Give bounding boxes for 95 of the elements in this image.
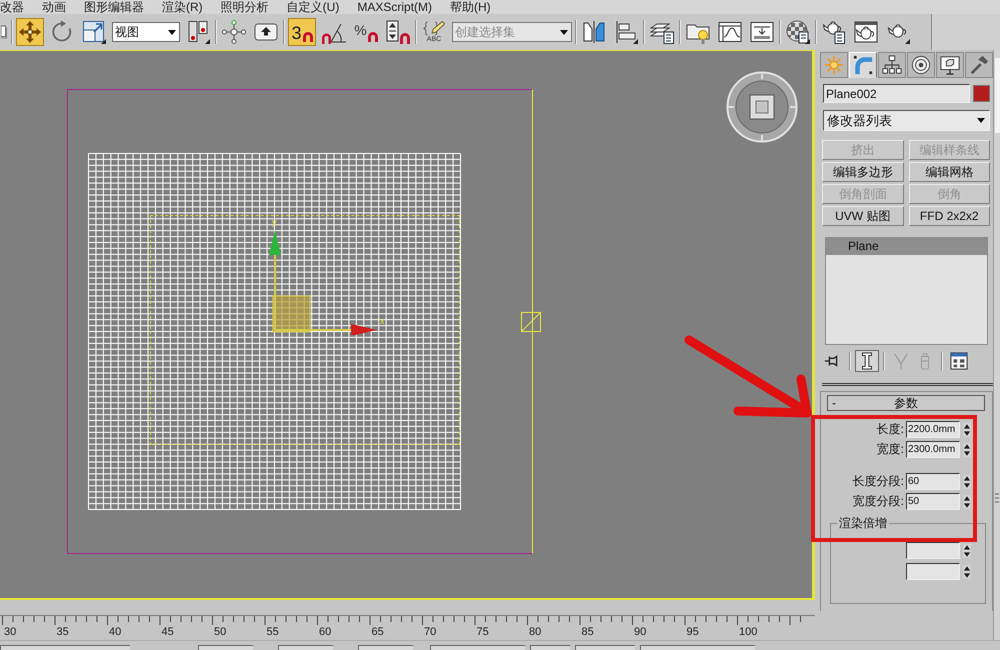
- scroll-thumb[interactable]: [994, 58, 1000, 133]
- frame-number: 35: [56, 626, 69, 638]
- square-marker-icon: [521, 312, 541, 332]
- snap-button[interactable]: 3: [288, 18, 316, 46]
- monitor-icon: [940, 55, 960, 75]
- field-label: 宽度分段:: [852, 493, 904, 510]
- parameter-field[interactable]: 2200.0mm: [906, 421, 960, 438]
- schematic-window-icon: [750, 20, 774, 44]
- modifier-list-dropdown[interactable]: 修改器列表: [823, 110, 990, 131]
- magnet-icon: [368, 32, 378, 42]
- menu-item[interactable]: 渲染(R): [162, 0, 203, 14]
- move-icon: [18, 20, 42, 44]
- nodes-icon: [222, 20, 246, 44]
- parameter-field[interactable]: 50: [906, 493, 960, 510]
- scale-icon: [82, 20, 106, 44]
- frame-number: 75: [476, 626, 489, 638]
- frame-number: 100: [739, 626, 758, 638]
- panel-tab[interactable]: [936, 52, 964, 78]
- color-swatch-icon[interactable]: [973, 85, 990, 102]
- menu-item[interactable]: 帮助(H): [450, 0, 491, 14]
- frame-number: 90: [634, 626, 646, 638]
- spinner-arrows-icon[interactable]: [963, 494, 971, 510]
- concentric-circles-icon: [911, 55, 931, 75]
- hammer-icon: [969, 55, 989, 75]
- x-axis-arrow[interactable]: [275, 324, 377, 335]
- field-label: 宽度:: [876, 441, 904, 458]
- material-editor-button[interactable]: [784, 18, 812, 46]
- spinner-snap-button[interactable]: [384, 18, 412, 46]
- stack-tool-button[interactable]: [855, 350, 879, 372]
- parameter-field[interactable]: [906, 542, 960, 559]
- frame-number: 65: [372, 626, 384, 638]
- menu-item[interactable]: 改器: [0, 0, 24, 14]
- frame-number: 60: [319, 626, 332, 638]
- stack-item[interactable]: Plane: [826, 238, 987, 255]
- modifier-button[interactable]: 编辑网格: [908, 162, 990, 182]
- curve-window-icon: [718, 20, 742, 44]
- teapot-panel-icon: [822, 20, 846, 44]
- percent-snap-button[interactable]: %: [352, 18, 380, 46]
- frame-number: 95: [686, 626, 699, 638]
- nodes-button[interactable]: [220, 18, 248, 46]
- spinner-arrows-icon[interactable]: [963, 442, 971, 458]
- modifier-button[interactable]: 编辑多边形: [822, 162, 904, 182]
- rotate-icon: [50, 20, 74, 44]
- caret-icon[interactable]: [168, 30, 176, 34]
- teapot-window-icon: [854, 20, 878, 44]
- sparkle-icon: [824, 55, 844, 75]
- frame-number: 50: [214, 626, 226, 638]
- checker-sphere-icon: [786, 20, 810, 44]
- modifier-button[interactable]: FFD 2x2x2: [908, 206, 990, 226]
- field-label: 长度分段:: [852, 473, 904, 490]
- frame-number: 30: [4, 626, 16, 638]
- grip-icon[interactable]: [995, 493, 999, 503]
- rollout-header[interactable]: - 参数: [827, 395, 985, 411]
- panel-tab[interactable]: [878, 52, 906, 78]
- group-title: 渲染倍增: [838, 516, 888, 530]
- braces-pencil-icon: [423, 21, 445, 36]
- spinner-snap-icon: [386, 20, 410, 44]
- view-dropdown[interactable]: 视图: [112, 22, 180, 42]
- panel-scrollbar[interactable]: [993, 50, 1000, 640]
- fork-icon: [892, 352, 910, 370]
- mirror-icon: [582, 20, 606, 44]
- caret-icon[interactable]: [977, 118, 985, 123]
- bent-tube-icon: [853, 55, 873, 75]
- menu-item[interactable]: MAXScript(M): [357, 0, 432, 14]
- menu-item[interactable]: 图形编辑器: [84, 0, 144, 14]
- align-icon: [614, 20, 638, 44]
- menu-item[interactable]: 动画: [42, 0, 66, 14]
- object-name-field[interactable]: Plane002: [823, 84, 970, 103]
- menu-item[interactable]: 自定义(U): [286, 0, 340, 14]
- panel-grid-icon: [950, 352, 968, 370]
- parameter-field[interactable]: [906, 563, 960, 580]
- frame-number: 85: [582, 626, 594, 638]
- frame-number: 80: [529, 626, 542, 638]
- menu-item[interactable]: 照明分析: [220, 0, 269, 14]
- frame-number: 70: [424, 626, 436, 638]
- parameter-field[interactable]: 2300.0mm: [906, 441, 960, 458]
- frame-number: 55: [266, 626, 279, 638]
- spinner-arrows-icon[interactable]: [963, 474, 971, 490]
- magnet-icon: [302, 32, 312, 42]
- y-axis-arrow[interactable]: [269, 230, 281, 330]
- spinner-arrows-icon[interactable]: [963, 564, 971, 580]
- move-button[interactable]: [16, 18, 44, 46]
- frame-number: 40: [109, 626, 122, 638]
- modifier-button[interactable]: UVW 贴图: [822, 206, 904, 226]
- plane-handle[interactable]: [272, 296, 310, 332]
- pivot-icon: [186, 20, 210, 44]
- frame-number: 45: [162, 626, 174, 638]
- field-label: 长度:: [876, 421, 904, 438]
- viewcube-icon[interactable]: [726, 71, 798, 143]
- panel-tab[interactable]: [907, 52, 935, 78]
- parameter-field[interactable]: 60: [906, 473, 960, 490]
- spinner-arrows-icon[interactable]: [963, 422, 971, 438]
- spinner-arrows-icon[interactable]: [963, 542, 971, 558]
- hierarchy-icon: [882, 55, 902, 75]
- scale-button[interactable]: [80, 18, 108, 46]
